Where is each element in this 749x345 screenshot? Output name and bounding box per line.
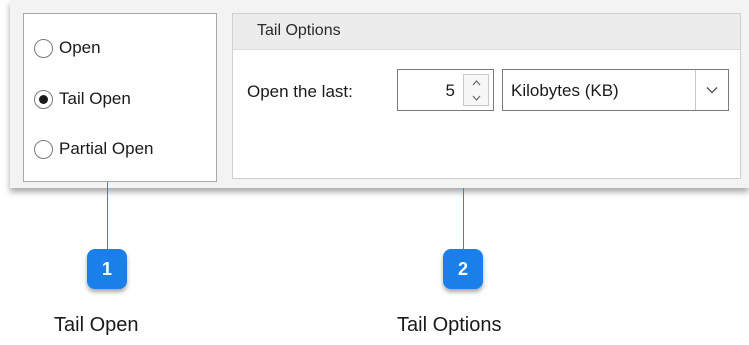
unit-select[interactable]: Kilobytes (KB) bbox=[502, 69, 729, 111]
radio-tail-open-label: Tail Open bbox=[59, 89, 131, 108]
callout-1-badge: 1 bbox=[87, 249, 127, 289]
chevron-down-icon[interactable] bbox=[695, 70, 728, 110]
screenshot-stage: Open Tail Open Partial Open Tail Options… bbox=[0, 0, 749, 345]
tail-options-title: Tail Options bbox=[257, 22, 341, 39]
radio-tail-open-circle[interactable] bbox=[34, 89, 53, 109]
callout-2-line bbox=[463, 188, 464, 250]
callout-1-line bbox=[107, 182, 108, 250]
open-last-label: Open the last: bbox=[247, 82, 353, 101]
radio-partial-open-circle[interactable] bbox=[34, 139, 53, 159]
tail-options-group: Tail Options Open the last: 5 Kilobytes … bbox=[232, 13, 741, 179]
radio-selected-dot bbox=[39, 94, 48, 104]
callout-2-label: Tail Options bbox=[397, 314, 502, 336]
open-mode-radio-group: Open Tail Open Partial Open bbox=[23, 13, 217, 182]
unit-select-value: Kilobytes (KB) bbox=[511, 81, 619, 100]
spinner-value[interactable]: 5 bbox=[446, 81, 455, 101]
tail-options-header: Tail Options bbox=[233, 14, 740, 50]
radio-open-label: Open bbox=[59, 38, 101, 57]
radio-open[interactable]: Open bbox=[34, 36, 101, 60]
spinner-arrows bbox=[463, 74, 489, 106]
radio-open-circle[interactable] bbox=[34, 38, 53, 58]
callout-2-badge: 2 bbox=[443, 249, 483, 289]
caret-up-icon[interactable] bbox=[464, 75, 488, 90]
callout-1-label: Tail Open bbox=[54, 314, 139, 336]
radio-partial-open-label: Partial Open bbox=[59, 139, 154, 158]
radio-partial-open[interactable]: Partial Open bbox=[34, 137, 154, 161]
radio-tail-open[interactable]: Tail Open bbox=[34, 87, 131, 111]
open-last-spinner[interactable]: 5 bbox=[397, 69, 494, 111]
caret-down-icon[interactable] bbox=[464, 90, 488, 105]
